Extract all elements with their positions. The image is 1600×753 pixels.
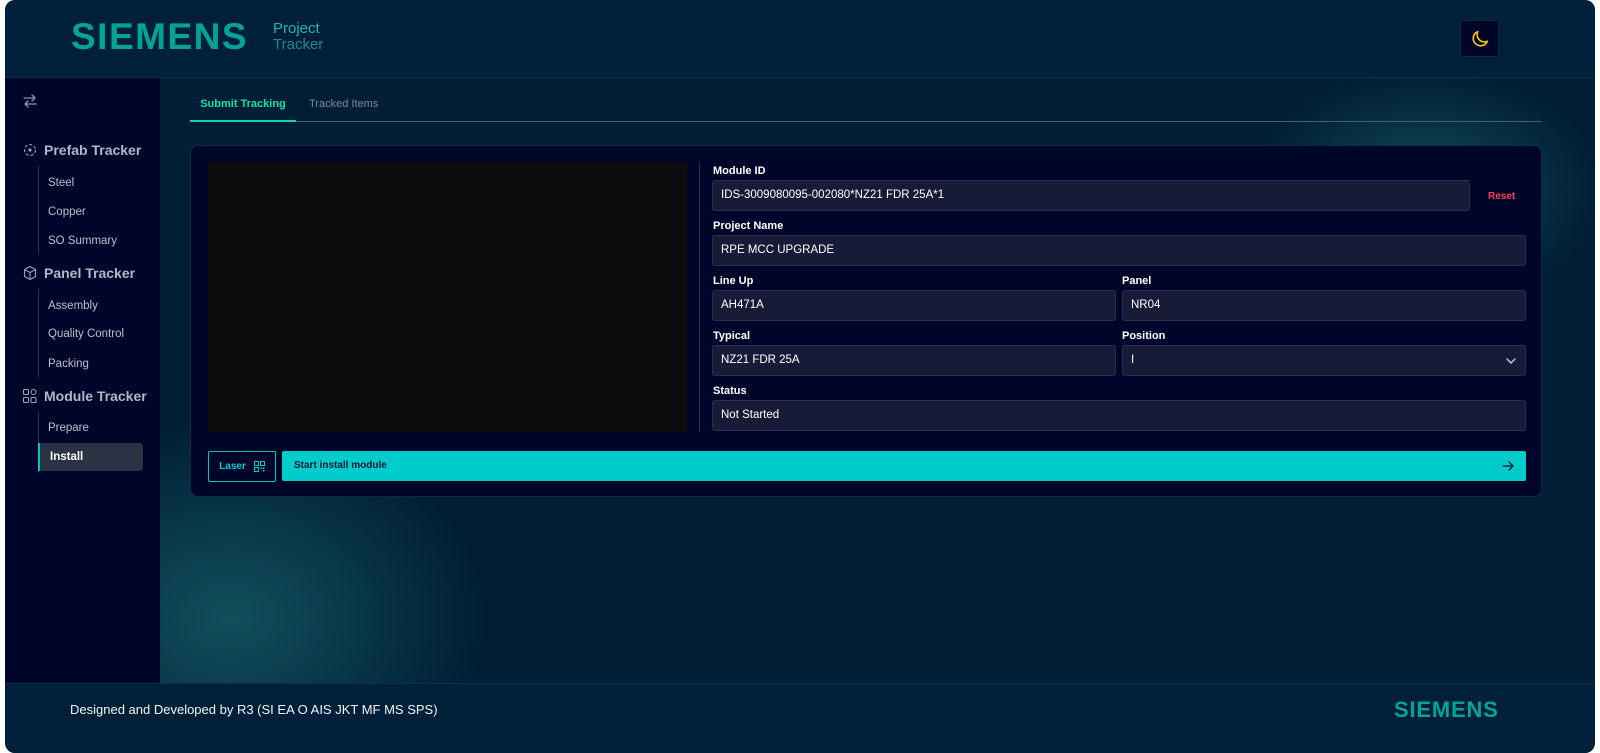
sidebar-section-label: Prefab Tracker bbox=[44, 142, 142, 158]
start-install-module-button[interactable]: Start install module bbox=[282, 451, 1526, 481]
sidebar-section-prefab-tracker[interactable]: Prefab Tracker bbox=[22, 140, 141, 160]
sidebar-divider bbox=[38, 289, 39, 377]
position-label: Position bbox=[1122, 330, 1166, 342]
line-up-label: Line Up bbox=[713, 275, 754, 287]
sidebar: Prefab Tracker Steel Copper SO Summary P… bbox=[5, 78, 160, 683]
theme-toggle-button[interactable] bbox=[1460, 20, 1499, 57]
qr-code-icon bbox=[253, 461, 265, 472]
sidebar-section-label: Module Tracker bbox=[44, 388, 147, 404]
typical-label: Typical bbox=[713, 330, 751, 342]
panel-field[interactable]: NR04 bbox=[1122, 290, 1526, 321]
tab-bar: Submit Tracking Tracked Items bbox=[190, 92, 1542, 122]
sidebar-section-label: Panel Tracker bbox=[44, 265, 136, 281]
position-value: I bbox=[1131, 354, 1135, 366]
sidebar-item-assembly[interactable]: Assembly bbox=[48, 300, 98, 312]
project-name-label: Project Name bbox=[713, 220, 784, 232]
footer: Designed and Developed by R3 (SI EA O AI… bbox=[5, 683, 1595, 753]
header: SIEMENS Project Tracker bbox=[5, 0, 1595, 78]
reset-button[interactable]: Reset bbox=[1488, 191, 1515, 202]
main-content: Submit Tracking Tracked Items Module ID … bbox=[160, 78, 1595, 683]
tab-submit-tracking[interactable]: Submit Tracking bbox=[190, 98, 296, 122]
laser-button-label: Laser bbox=[219, 461, 246, 472]
arrow-right-icon bbox=[1502, 461, 1514, 471]
sidebar-item-steel[interactable]: Steel bbox=[48, 177, 74, 189]
sidebar-section-panel-tracker[interactable]: Panel Tracker bbox=[22, 263, 135, 283]
line-up-field[interactable]: AH471A bbox=[712, 290, 1116, 321]
start-button-label: Start install module bbox=[294, 460, 387, 471]
sidebar-item-quality-control[interactable]: Quality Control bbox=[48, 328, 124, 340]
module-id-field[interactable]: IDS-3009080095-002080*NZ21 FDR 25A*1 bbox=[712, 180, 1470, 211]
position-select[interactable]: I bbox=[1122, 345, 1526, 376]
sidebar-divider bbox=[38, 166, 39, 254]
footer-siemens-logo: SIEMENS bbox=[1394, 697, 1499, 722]
app-name-line2: Tracker bbox=[273, 36, 324, 53]
sidebar-item-copper[interactable]: Copper bbox=[48, 206, 86, 218]
laser-button[interactable]: Laser bbox=[208, 451, 276, 482]
app-window: SIEMENS Project Tracker Prefab Tracker S… bbox=[5, 0, 1595, 753]
module-id-label: Module ID bbox=[713, 165, 766, 177]
modules-icon bbox=[22, 388, 37, 404]
footer-credit: Designed and Developed by R3 (SI EA O AI… bbox=[70, 702, 438, 717]
moon-icon bbox=[1471, 30, 1488, 47]
sidebar-section-module-tracker[interactable]: Module Tracker bbox=[22, 386, 147, 406]
app-name: Project Tracker bbox=[273, 21, 323, 53]
siemens-logo: SIEMENS bbox=[71, 16, 249, 57]
status-label: Status bbox=[713, 385, 747, 397]
swap-arrows-icon[interactable] bbox=[22, 94, 38, 113]
status-field[interactable]: Not Started bbox=[712, 400, 1526, 431]
target-icon bbox=[23, 143, 37, 157]
cube-icon bbox=[23, 265, 37, 281]
sidebar-item-prepare[interactable]: Prepare bbox=[48, 422, 89, 434]
app-name-line1: Project bbox=[273, 20, 320, 37]
sidebar-item-install[interactable]: Install bbox=[38, 443, 143, 471]
sidebar-item-so-summary[interactable]: SO Summary bbox=[48, 235, 117, 247]
scanner-preview bbox=[208, 162, 687, 432]
project-name-field[interactable]: RPE MCC UPGRADE bbox=[712, 235, 1526, 266]
tab-tracked-items[interactable]: Tracked Items bbox=[309, 98, 378, 110]
panel-label: Panel bbox=[1122, 275, 1152, 287]
chevron-down-icon bbox=[1506, 358, 1516, 364]
tracking-form-card: Module ID IDS-3009080095-002080*NZ21 FDR… bbox=[190, 145, 1542, 497]
vertical-divider bbox=[699, 162, 700, 432]
sidebar-item-packing[interactable]: Packing bbox=[48, 358, 89, 370]
typical-field[interactable]: NZ21 FDR 25A bbox=[712, 345, 1116, 376]
